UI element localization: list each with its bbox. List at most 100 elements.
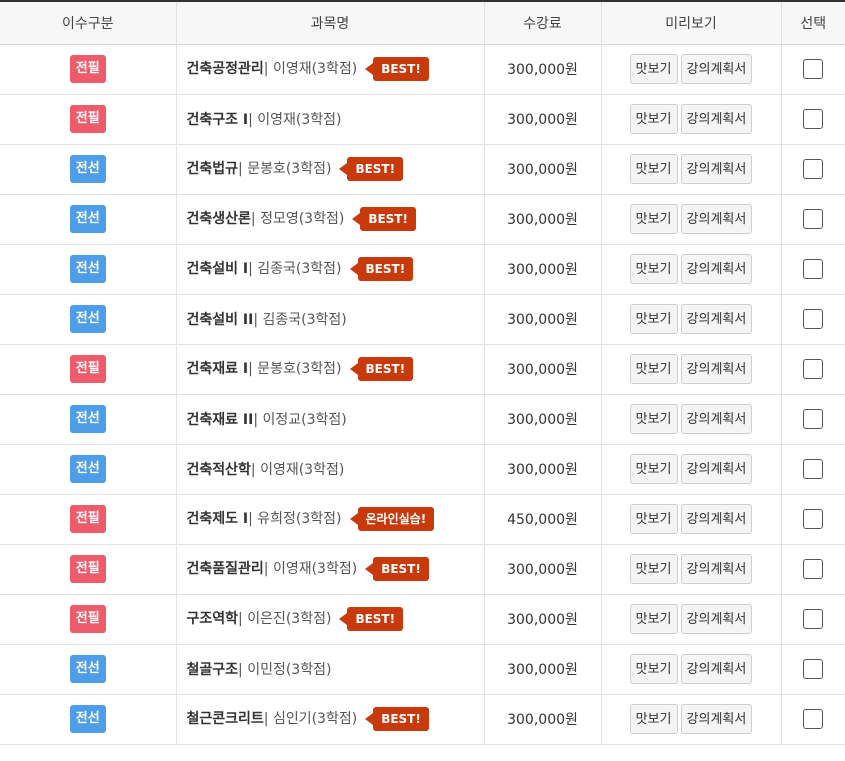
select-checkbox[interactable] (803, 659, 824, 679)
preview-cell: 맛보기 강의계획서 (601, 144, 782, 195)
course-name-cell: 철골구조| 이민정(3학점) (176, 644, 485, 695)
fee-cell: 300,000원 (484, 44, 602, 95)
select-cell (781, 594, 845, 645)
professor-credits: | 이민정(3학점) (238, 662, 332, 678)
course-type-badge: 전선 (69, 305, 106, 333)
syllabus-button[interactable]: 강의계획서 (680, 304, 753, 334)
syllabus-button[interactable]: 강의계획서 (680, 104, 753, 134)
sample-lecture-button[interactable]: 맛보기 (629, 104, 678, 134)
sample-lecture-button[interactable]: 맛보기 (629, 704, 678, 734)
sample-lecture-button[interactable]: 맛보기 (629, 304, 678, 334)
table-row: 전선 건축설비 I| 김종국(3학점) BEST! 300,000원 맛보기 강의계… (0, 244, 845, 295)
sample-lecture-button[interactable]: 맛보기 (629, 554, 678, 584)
select-cell (781, 394, 845, 445)
select-checkbox[interactable] (803, 109, 824, 129)
sample-lecture-button[interactable]: 맛보기 (629, 404, 678, 434)
table-row: 전선 건축법규| 문봉호(3학점) BEST! 300,000원 맛보기 강의계획서 (0, 144, 845, 195)
fee-cell: 300,000원 (484, 394, 602, 445)
course-name-cell: 건축적산학| 이영재(3학점) (176, 444, 485, 495)
preview-cell: 맛보기 강의계획서 (601, 644, 782, 695)
select-checkbox[interactable] (803, 709, 824, 729)
professor-credits: | 김종국(3학점) (248, 261, 342, 277)
syllabus-button[interactable]: 강의계획서 (680, 54, 753, 84)
course-fee: 300,000원 (507, 412, 578, 428)
header-select: 선택 (781, 0, 845, 45)
syllabus-button[interactable]: 강의계획서 (680, 254, 753, 284)
type-cell: 전선 (0, 194, 177, 245)
course-name: 구조역학 (186, 611, 239, 627)
course-name: 철근콘크리트 (186, 711, 264, 727)
course-type-badge: 전필 (69, 355, 106, 383)
course-fee: 300,000원 (507, 62, 578, 78)
sample-lecture-button[interactable]: 맛보기 (629, 254, 678, 284)
course-name: 건축재료 I (186, 361, 249, 377)
select-checkbox[interactable] (803, 259, 824, 279)
select-checkbox[interactable] (803, 309, 824, 329)
sample-lecture-button[interactable]: 맛보기 (629, 154, 678, 184)
select-cell (781, 94, 845, 145)
sample-lecture-button[interactable]: 맛보기 (629, 504, 678, 534)
select-checkbox[interactable] (803, 59, 824, 79)
course-name-cell: 구조역학| 이은진(3학점) BEST! (176, 594, 485, 645)
syllabus-button[interactable]: 강의계획서 (680, 154, 753, 184)
syllabus-button[interactable]: 강의계획서 (680, 354, 753, 384)
syllabus-button[interactable]: 강의계획서 (680, 704, 753, 734)
sample-lecture-button[interactable]: 맛보기 (629, 454, 678, 484)
type-cell: 전선 (0, 644, 177, 695)
professor-credits: | 심인기(3학점) (263, 711, 358, 727)
sample-lecture-button[interactable]: 맛보기 (629, 354, 678, 384)
sample-lecture-button[interactable]: 맛보기 (629, 654, 678, 684)
syllabus-button[interactable]: 강의계획서 (680, 604, 753, 634)
preview-cell: 맛보기 강의계획서 (601, 194, 782, 245)
fee-cell: 300,000원 (484, 444, 602, 495)
select-checkbox[interactable] (803, 359, 824, 379)
course-tag: BEST! (349, 357, 414, 381)
syllabus-button[interactable]: 강의계획서 (680, 454, 753, 484)
preview-cell: 맛보기 강의계획서 (601, 694, 782, 745)
select-checkbox[interactable] (803, 159, 824, 179)
course-tag: 온라인실습! (349, 507, 435, 531)
fee-cell: 300,000원 (484, 694, 602, 745)
table-header-row: 이수구분 과목명 수강료 미리보기 선택 (0, 0, 845, 45)
sample-lecture-button[interactable]: 맛보기 (629, 604, 678, 634)
select-checkbox[interactable] (803, 509, 824, 529)
sample-lecture-button[interactable]: 맛보기 (629, 54, 678, 84)
course-tag: BEST! (339, 607, 404, 631)
table-row: 전필 건축제도 I| 유희정(3학점) 온라인실습! 450,000원 맛보기 강의… (0, 494, 845, 545)
table-row: 전필 건축구조 I| 이영재(3학점) 300,000원 맛보기 강의계획서 (0, 94, 845, 145)
type-cell: 전선 (0, 144, 177, 195)
select-cell (781, 444, 845, 495)
table-row: 전필 건축공정관리| 이영재(3학점) BEST! 300,000원 맛보기 강의계… (0, 44, 845, 95)
course-name-cell: 건축생산론| 정모영(3학점) BEST! (176, 194, 485, 245)
course-name: 건축법규 (186, 161, 239, 177)
course-fee: 300,000원 (507, 112, 578, 128)
select-cell (781, 644, 845, 695)
course-name: 건축설비 II (186, 312, 254, 328)
course-name-cell: 건축설비 I| 김종국(3학점) BEST! (176, 244, 485, 295)
select-checkbox[interactable] (803, 459, 824, 479)
course-type-badge: 전선 (69, 655, 106, 683)
select-checkbox[interactable] (803, 209, 824, 229)
course-fee: 450,000원 (507, 512, 578, 528)
preview-cell: 맛보기 강의계획서 (601, 44, 782, 95)
select-checkbox[interactable] (803, 559, 824, 579)
syllabus-button[interactable]: 강의계획서 (680, 554, 753, 584)
sample-lecture-button[interactable]: 맛보기 (629, 204, 678, 234)
course-name-cell: 건축설비 II| 김종국(3학점) (176, 294, 485, 345)
select-checkbox[interactable] (803, 609, 824, 629)
fee-cell: 300,000원 (484, 544, 602, 595)
course-fee: 300,000원 (507, 212, 578, 228)
syllabus-button[interactable]: 강의계획서 (680, 654, 753, 684)
course-name-cell: 건축공정관리| 이영재(3학점) BEST! (176, 44, 485, 95)
syllabus-button[interactable]: 강의계획서 (680, 504, 753, 534)
header-preview: 미리보기 (601, 0, 782, 45)
table-row: 전선 건축설비 II| 김종국(3학점) 300,000원 맛보기 강의계획서 (0, 294, 845, 345)
course-fee: 300,000원 (507, 712, 578, 728)
course-type-badge: 전선 (69, 205, 106, 233)
select-cell (781, 494, 845, 545)
syllabus-button[interactable]: 강의계획서 (680, 204, 753, 234)
syllabus-button[interactable]: 강의계획서 (680, 404, 753, 434)
select-checkbox[interactable] (803, 409, 824, 429)
type-cell: 전선 (0, 294, 177, 345)
select-cell (781, 144, 845, 195)
